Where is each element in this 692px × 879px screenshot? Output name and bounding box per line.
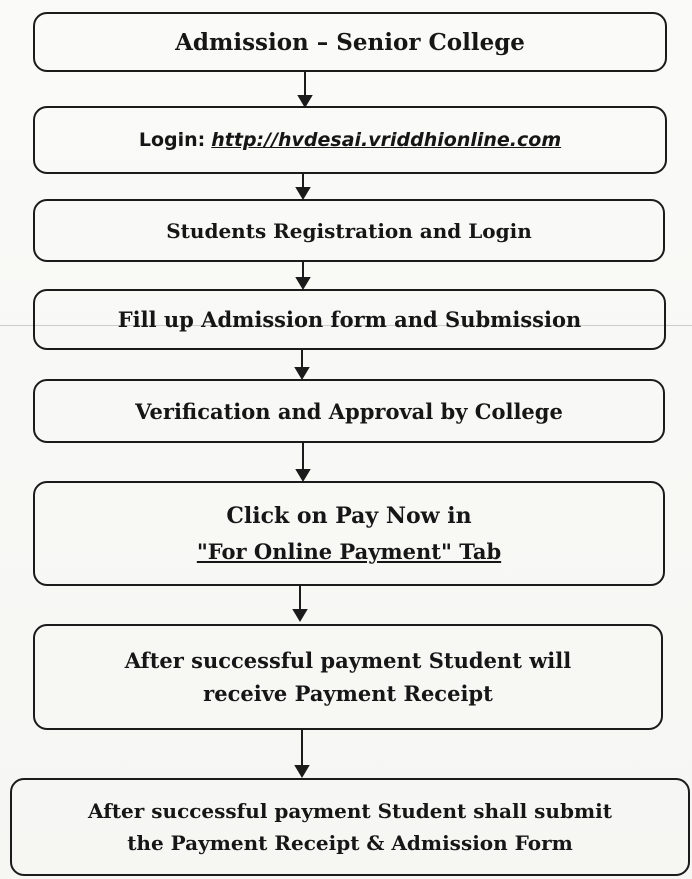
arrow-6 <box>292 586 308 622</box>
step-line-2: the Payment Receipt & Admission Form <box>127 831 573 855</box>
step-login: Login: http://hvdesai.vriddhionline.com <box>33 106 667 174</box>
step-admission-senior-college: Admission – Senior College <box>33 12 667 72</box>
step-text: Admission – Senior College <box>175 28 525 56</box>
login-url-link[interactable]: http://hvdesai.vriddhionline.com <box>211 129 561 151</box>
step-verification-approval: Verification and Approval by College <box>33 379 665 443</box>
arrow-7 <box>294 730 310 778</box>
arrow-1 <box>297 72 313 108</box>
step-fill-admission-form: Fill up Admission form and Submission <box>33 289 666 350</box>
step-line-1: After successful payment Student shall s… <box>88 799 612 823</box>
step-click-pay-now: Click on Pay Now in "For Online Payment"… <box>33 481 665 586</box>
step-receive-payment-receipt: After successful payment Student will re… <box>33 624 663 730</box>
step-student-registration: Students Registration and Login <box>33 199 665 262</box>
arrow-2 <box>295 174 311 200</box>
arrow-3 <box>295 262 311 290</box>
arrow-4 <box>294 350 310 380</box>
step-submit-receipt-and-form: After successful payment Student shall s… <box>10 778 690 876</box>
login-label: Login: <box>138 129 206 151</box>
step-text: Verification and Approval by College <box>135 398 563 424</box>
step-line-1: Click on Pay Now in <box>226 503 472 529</box>
online-payment-tab-label: "For Online Payment" Tab <box>196 539 502 564</box>
step-line-1: After successful payment Student will <box>124 648 572 673</box>
arrow-5 <box>295 443 311 482</box>
step-line-2: receive Payment Receipt <box>203 681 493 706</box>
step-text: Students Registration and Login <box>166 218 532 243</box>
step-text: Fill up Admission form and Submission <box>117 307 582 332</box>
